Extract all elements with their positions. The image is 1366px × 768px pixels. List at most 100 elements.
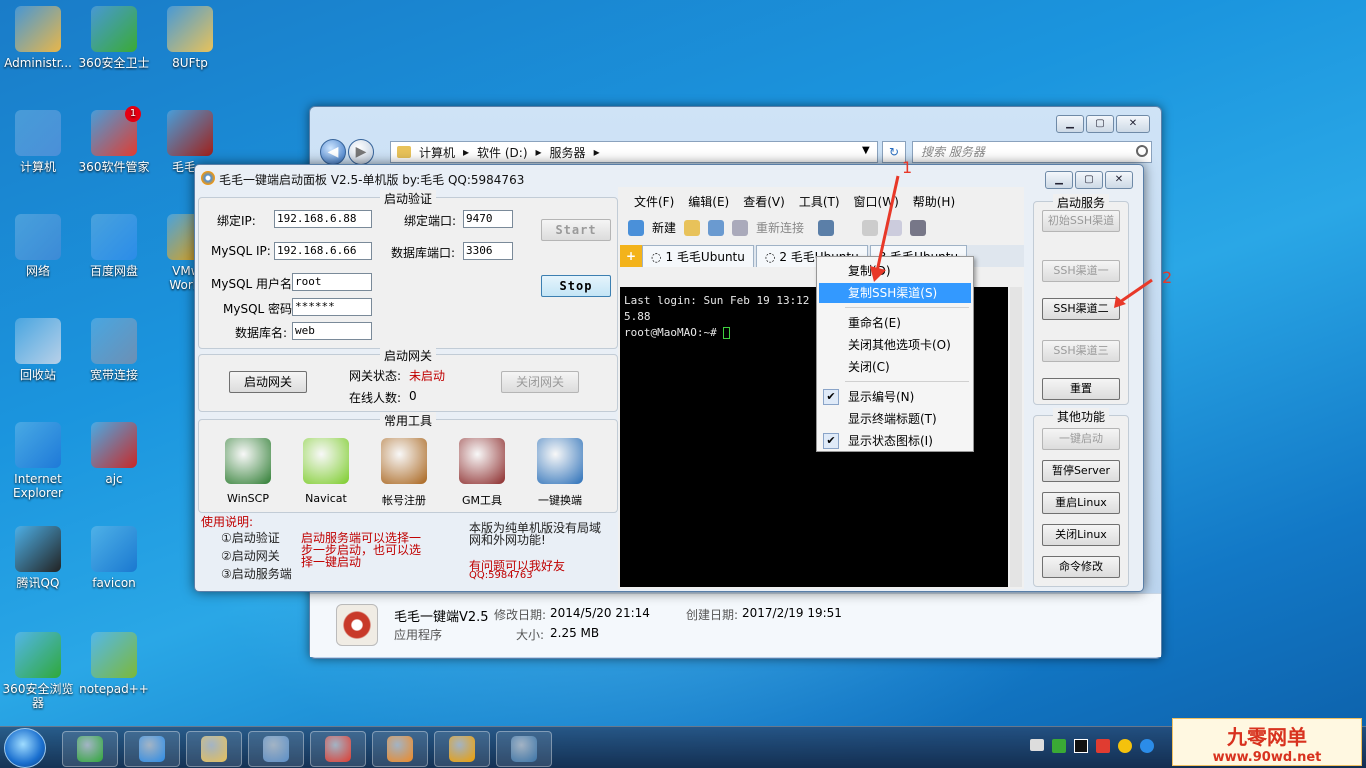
desktop-icon[interactable]: Internet Explorer xyxy=(0,422,76,500)
terminal-scrollbar[interactable] xyxy=(1010,287,1022,587)
context-menu-item[interactable]: 复制SSH渠道(S) xyxy=(819,283,971,303)
menu-item[interactable]: 窗口(W) xyxy=(854,193,899,210)
desktop-icon[interactable]: favicon xyxy=(76,526,152,590)
cloud-tray-icon[interactable] xyxy=(1140,739,1154,753)
desktop-icon[interactable]: 计算机 xyxy=(0,110,76,174)
service-button[interactable]: SSH渠道一 xyxy=(1042,260,1120,282)
service-button[interactable]: 重置 xyxy=(1042,378,1120,400)
tool-winscp[interactable]: WinSCP xyxy=(213,438,283,505)
desktop-icon[interactable]: Administr... xyxy=(0,6,76,70)
context-menu-item[interactable]: ✔ 显示状态图标(I) xyxy=(819,431,971,451)
taskbar-app[interactable] xyxy=(124,731,180,767)
reconnect-button[interactable]: 重新连接 xyxy=(756,219,804,236)
new-session-button[interactable]: 新建 xyxy=(652,219,676,236)
desktop-icon[interactable]: ajc xyxy=(76,422,152,486)
context-menu-item[interactable]: 关闭其他选项卡(O) xyxy=(819,335,971,355)
qq-tray-icon[interactable] xyxy=(1118,739,1132,753)
context-menu-item[interactable]: 关闭(C) xyxy=(819,357,971,377)
start-gateway-button[interactable]: 启动网关 xyxy=(229,371,307,393)
close-gateway-button[interactable]: 关闭网关 xyxy=(501,371,579,393)
taskbar-app[interactable] xyxy=(372,731,428,767)
bind-ip-input[interactable]: 192.168.6.88 xyxy=(274,210,372,228)
tool-navicat[interactable]: Navicat xyxy=(291,438,361,505)
desktop-icon[interactable]: 1 360软件管家 xyxy=(76,106,152,174)
address-bar[interactable]: 计算机 ▸ 软件 (D:) ▸ 服务器 ▸ xyxy=(390,141,878,163)
start-button[interactable] xyxy=(4,728,46,768)
db-port-input[interactable]: 3306 xyxy=(463,242,513,260)
close-button[interactable]: ✕ xyxy=(1105,171,1133,189)
context-menu-item[interactable]: 显示终端标题(T) xyxy=(819,409,971,429)
print-icon[interactable] xyxy=(910,219,927,236)
menu-item[interactable]: 工具(T) xyxy=(799,193,840,210)
service-button[interactable]: SSH渠道二 xyxy=(1042,298,1120,320)
db-name-input[interactable]: web xyxy=(292,322,372,340)
close-button[interactable]: ✕ xyxy=(1116,115,1150,133)
menu-item[interactable]: 文件(F) xyxy=(634,193,674,210)
taskbar-app[interactable] xyxy=(248,731,304,767)
app-tray-icon[interactable] xyxy=(1074,739,1088,753)
taskbar-app[interactable] xyxy=(62,731,118,767)
taskbar-app[interactable] xyxy=(310,731,366,767)
breadcrumb-computer[interactable]: 计算机 xyxy=(419,144,455,161)
session-tab-1[interactable]: ◌ 1 毛毛Ubuntu xyxy=(642,245,754,267)
other-function-button[interactable]: 重启Linux xyxy=(1042,492,1120,514)
context-menu-item[interactable]: 复制(D) xyxy=(819,261,971,281)
desktop-icon[interactable]: 宽带连接 xyxy=(76,318,152,382)
minimize-button[interactable]: ▁ xyxy=(1045,171,1073,189)
tool-gm-tool[interactable]: GM工具 xyxy=(447,438,517,508)
menu-item[interactable]: 帮助(H) xyxy=(913,193,955,210)
tool-account-register[interactable]: 帐号注册 xyxy=(369,438,439,508)
service-button[interactable]: 初始SSH渠道 xyxy=(1042,210,1120,232)
link-icon[interactable] xyxy=(708,219,725,236)
network-tray-icon[interactable] xyxy=(1052,739,1066,753)
context-menu-item[interactable]: 重命名(E) xyxy=(819,313,971,333)
mysql-ip-input[interactable]: 192.168.6.66 xyxy=(274,242,372,260)
desktop-icon-label: 360安全卫士 xyxy=(78,56,150,70)
other-function-button[interactable]: 命令修改 xyxy=(1042,556,1120,578)
other-function-button[interactable]: 暂停Server xyxy=(1042,460,1120,482)
copy-icon[interactable] xyxy=(862,219,879,236)
desktop-icon[interactable]: 360安全浏览器 xyxy=(0,632,76,710)
find-icon[interactable] xyxy=(886,219,903,236)
new-session-icon[interactable] xyxy=(628,219,644,236)
launcher-window[interactable]: 毛毛一键端启动面板 V2.5-单机版 by:毛毛 QQ:5984763 ▁ ▢ … xyxy=(194,164,1144,592)
desktop-icon[interactable]: 网络 xyxy=(0,214,76,278)
other-function-button[interactable]: 关闭Linux xyxy=(1042,524,1120,546)
bind-port-input[interactable]: 9470 xyxy=(463,210,513,228)
context-menu-item[interactable]: ✔ 显示编号(N) xyxy=(819,387,971,407)
forward-button[interactable]: ▶ xyxy=(348,139,374,165)
open-folder-icon[interactable] xyxy=(684,219,701,236)
menu-item[interactable]: 查看(V) xyxy=(743,193,785,210)
breadcrumb-drive[interactable]: 软件 (D:) xyxy=(477,144,527,161)
taskbar-app[interactable] xyxy=(496,731,552,767)
start-button[interactable]: Start xyxy=(541,219,611,241)
other-function-button[interactable]: 一键启动 xyxy=(1042,428,1120,450)
desktop-icon[interactable]: 回收站 xyxy=(0,318,76,382)
breadcrumb-folder[interactable]: 服务器 xyxy=(550,144,586,161)
taskbar-app[interactable] xyxy=(434,731,490,767)
mysql-pass-input[interactable]: ****** xyxy=(292,298,372,316)
desktop-icon[interactable]: 8UFtp xyxy=(152,6,228,70)
tool-switch-tool[interactable]: 一键换端 xyxy=(525,438,595,508)
add-tab-icon[interactable]: + xyxy=(620,245,642,267)
desktop-icon[interactable]: 百度网盘 xyxy=(76,214,152,278)
desktop-icon[interactable]: notepad++ xyxy=(76,632,152,696)
desktop-icon[interactable]: 腾讯QQ xyxy=(0,526,76,590)
shield-tray-icon[interactable] xyxy=(1096,739,1110,753)
search-input[interactable]: 搜索 服务器 xyxy=(912,141,1152,163)
reconnect-icon[interactable] xyxy=(732,219,749,236)
service-button[interactable]: SSH渠道三 xyxy=(1042,340,1120,362)
desktop-icon[interactable]: 360安全卫士 xyxy=(76,6,152,70)
taskbar-app[interactable] xyxy=(186,731,242,767)
keyboard-icon[interactable] xyxy=(1030,739,1044,751)
minimize-button[interactable]: ▁ xyxy=(1056,115,1084,133)
menu-item[interactable]: 编辑(E) xyxy=(688,193,729,210)
app-logo-icon xyxy=(201,171,215,185)
settings-icon[interactable] xyxy=(818,219,835,236)
stop-button[interactable]: Stop xyxy=(541,275,611,297)
back-button[interactable]: ◀ xyxy=(320,139,346,165)
maximize-button[interactable]: ▢ xyxy=(1086,115,1114,133)
mysql-user-input[interactable]: root xyxy=(292,273,372,291)
address-dropdown-button[interactable]: ▼ xyxy=(862,145,870,156)
maximize-button[interactable]: ▢ xyxy=(1075,171,1103,189)
